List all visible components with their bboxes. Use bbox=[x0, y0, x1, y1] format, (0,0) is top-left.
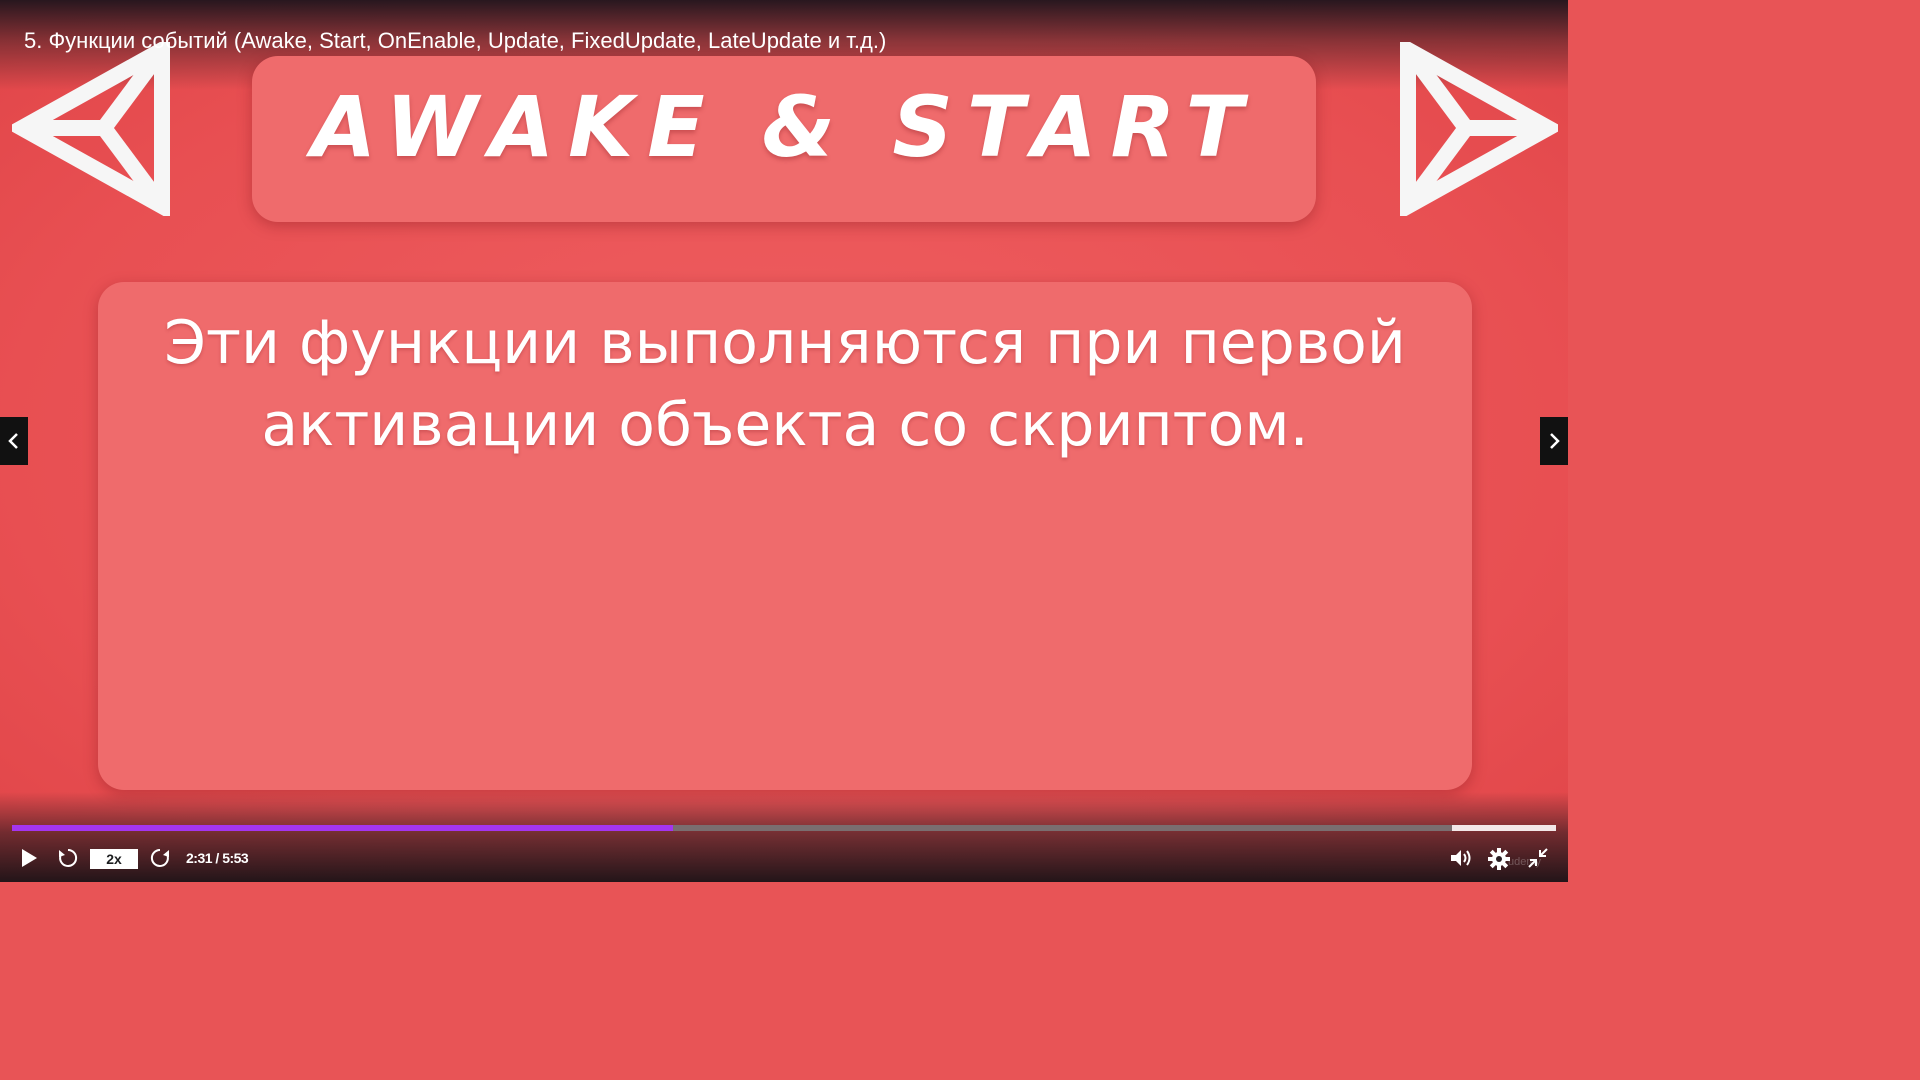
chevron-right-icon bbox=[1550, 433, 1560, 449]
time-display: 2:31 / 5:53 bbox=[186, 850, 249, 866]
next-lecture-button[interactable] bbox=[1540, 417, 1568, 465]
play-icon bbox=[22, 849, 37, 867]
slide-title-card: AWAKE & START bbox=[252, 56, 1316, 222]
progress-buffered bbox=[1452, 825, 1556, 831]
slide-body-text: Эти функции выполняются при первой актив… bbox=[164, 308, 1406, 460]
lecture-title: 5. Функции событий (Awake, Start, OnEnab… bbox=[24, 28, 887, 53]
previous-lecture-button[interactable] bbox=[0, 417, 28, 465]
playback-speed-button[interactable]: 2x bbox=[90, 849, 138, 869]
chevron-left-icon bbox=[8, 433, 18, 449]
forward-button[interactable] bbox=[148, 846, 172, 870]
slide-heading: AWAKE & START bbox=[311, 78, 1257, 176]
video-stage[interactable]: AWAKE & START Эти функции выполняются пр… bbox=[0, 0, 1568, 882]
volume-button[interactable] bbox=[1448, 846, 1474, 870]
forward-5s-icon bbox=[150, 848, 169, 867]
rewind-5s-icon bbox=[59, 848, 78, 867]
udemy-watermark: udemy bbox=[1508, 856, 1542, 868]
unity-logo-icon bbox=[1400, 42, 1558, 216]
volume-icon bbox=[1451, 850, 1471, 866]
progress-played bbox=[12, 825, 673, 831]
rewind-button[interactable] bbox=[56, 846, 80, 870]
slide-content-card: Эти функции выполняются при первой актив… bbox=[98, 282, 1472, 790]
unity-logo-icon bbox=[12, 42, 170, 216]
play-button[interactable] bbox=[18, 846, 40, 870]
progress-bar[interactable] bbox=[12, 825, 1556, 831]
